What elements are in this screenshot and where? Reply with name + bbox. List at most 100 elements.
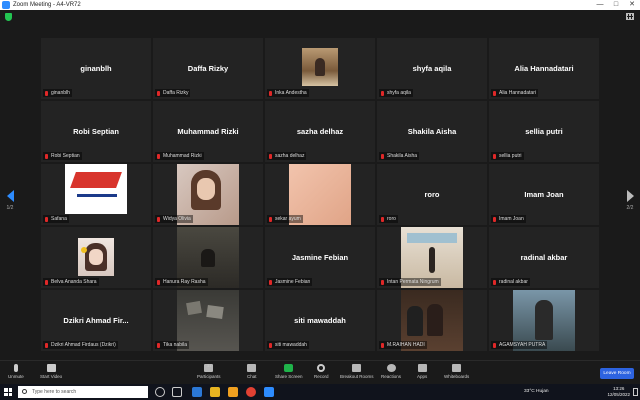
gallery-view-icon[interactable] — [626, 13, 634, 20]
participant-tile[interactable]: Safana — [41, 164, 151, 225]
participant-name: Imam Joan — [499, 216, 524, 222]
apps-button[interactable]: Apps — [417, 364, 427, 379]
participant-name: roro — [387, 216, 396, 222]
participant-name: Muhammad Rizki — [163, 153, 202, 159]
participant-tile[interactable]: roro roro — [377, 164, 487, 225]
unmute-button[interactable]: Unmute — [8, 364, 24, 379]
maximize-button[interactable]: □ — [608, 0, 624, 10]
windows-start-icon[interactable] — [4, 388, 12, 396]
participant-tile[interactable]: Alia Hannadatari Alia Hannadatari — [489, 38, 599, 99]
record-icon — [317, 364, 326, 372]
participant-name-label: Belva Ananda Shara — [43, 278, 99, 286]
microphone-muted-icon — [493, 90, 496, 96]
whiteboard-icon — [452, 364, 462, 372]
participant-name-label: AGAMSYAH PUTRA — [491, 341, 548, 349]
participant-tile[interactable]: Hanura Ray Rasha — [153, 227, 263, 288]
participant-name-label: Dzikri Ahmad Firdaus (Dzikri) — [43, 341, 118, 349]
whiteboards-button[interactable]: Whiteboards — [444, 364, 469, 379]
next-page-button[interactable]: 2/2 — [624, 190, 636, 211]
participant-name: siti mawaddah — [275, 342, 307, 348]
video-camera-off-icon — [46, 364, 56, 372]
video-gallery: ginanblh ginanblh Daffa Rizky Daffa Rizky In… — [41, 38, 599, 351]
participant-name-label: Robi Septian — [43, 152, 82, 160]
taskbar-search-input[interactable]: Type here to search — [18, 386, 148, 398]
weather-readout[interactable]: 33°C Hujan — [524, 387, 549, 397]
participant-tile[interactable]: Shakila Aisha Shakila Aisha — [377, 101, 487, 162]
participant-name-label: roro — [379, 215, 398, 223]
chat-bubble-icon — [247, 364, 257, 372]
participant-tile[interactable]: sekar ayum — [265, 164, 375, 225]
record-label: Record — [314, 374, 329, 379]
participant-tile[interactable]: M.RAIHAN HADI — [377, 290, 487, 351]
participant-name-label: Alia Hannadatari — [491, 89, 538, 97]
edge-browser-icon[interactable] — [192, 387, 202, 397]
participant-tile[interactable]: sazha delhaz sazha delhaz — [265, 101, 375, 162]
arrow-left-icon — [6, 190, 14, 202]
participant-tile[interactable]: Robi Septian Robi Septian — [41, 101, 151, 162]
share-screen-button[interactable]: Share Screen — [275, 364, 303, 379]
reactions-button[interactable]: Reactions — [381, 364, 401, 379]
close-button[interactable]: ✕ — [624, 0, 640, 10]
participants-button[interactable]: 31 Participants — [197, 363, 221, 379]
participant-name: Shakila Aisha — [387, 153, 418, 159]
participant-tile[interactable]: siti mawaddah siti mawaddah — [265, 290, 375, 351]
minimize-button[interactable]: — — [592, 0, 608, 10]
system-clock[interactable]: 13:26 12/05/2022 — [607, 386, 630, 398]
participant-tile[interactable]: Dzikri Ahmad Fir... Dzikri Ahmad Firdaus … — [41, 290, 151, 351]
breakout-rooms-button[interactable]: Breakout Rooms — [340, 364, 374, 379]
microphone-muted-icon — [45, 216, 48, 222]
notifications-icon[interactable] — [633, 388, 638, 396]
participant-tile[interactable]: Imam Joan Imam Joan — [489, 164, 599, 225]
chat-label: Chat — [247, 374, 257, 379]
participant-tile[interactable]: AGAMSYAH PUTRA — [489, 290, 599, 351]
start-video-button[interactable]: Start Video — [40, 364, 62, 379]
participant-tile[interactable]: shyfa aqila shyfa aqila — [377, 38, 487, 99]
participant-name: Daffa Rizky — [163, 90, 189, 96]
participant-name-label: sekar ayum — [267, 215, 303, 223]
microphone-muted-icon — [269, 279, 272, 285]
leave-room-button[interactable]: Leave Room — [600, 368, 634, 379]
file-explorer-icon[interactable] — [210, 387, 220, 397]
meeting-area: 1/2 2/2 ginanblh ginanblh Daffa Rizky Daffa… — [0, 10, 640, 360]
zoom-taskbar-icon[interactable] — [264, 387, 274, 397]
participant-name-label: shyfa aqila — [379, 89, 413, 97]
store-icon[interactable] — [228, 387, 238, 397]
participant-tile[interactable]: Muhammad Rizki Muhammad Rizki — [153, 101, 263, 162]
participant-name-label: Jasmine Febian — [267, 278, 313, 286]
participant-name-label: Muhammad Rizki — [155, 152, 204, 160]
participant-name-label: M.RAIHAN HADI — [379, 341, 427, 349]
cortana-icon[interactable] — [155, 387, 165, 397]
chat-button[interactable]: Chat — [247, 364, 257, 379]
participant-tile[interactable]: radinal akbar radinal akbar — [489, 227, 599, 288]
participant-display-name: sazha delhaz — [296, 127, 344, 136]
participant-tile[interactable]: Jasmine Febian Jasmine Febian — [265, 227, 375, 288]
participant-name-label: Daffa Rizky — [155, 89, 191, 97]
participant-name: Robi Septian — [51, 153, 80, 159]
participant-tile[interactable]: Inka Andestha — [265, 38, 375, 99]
participant-tile[interactable]: Intan Permata Ningrum — [377, 227, 487, 288]
security-shield-icon[interactable] — [5, 13, 12, 21]
participant-display-name: radinal akbar — [520, 253, 568, 262]
microphone-muted-icon — [157, 342, 160, 348]
participant-name: ginanblh — [51, 90, 70, 96]
participant-tile[interactable]: sellia putri sellia putri — [489, 101, 599, 162]
microphone-muted-icon — [157, 90, 160, 96]
microphone-muted-icon — [269, 90, 272, 96]
participant-tile[interactable]: Daffa Rizky Daffa Rizky — [153, 38, 263, 99]
record-button[interactable]: Record — [314, 364, 329, 379]
task-view-icon[interactable] — [172, 387, 182, 397]
participant-tile[interactable]: Belva Ananda Shara — [41, 227, 151, 288]
microphone-muted-icon — [157, 153, 160, 159]
participant-name-label: sellia putri — [491, 152, 524, 160]
chrome-icon[interactable] — [246, 387, 256, 397]
participant-name: Alia Hannadatari — [499, 90, 536, 96]
participant-tile[interactable]: Tika nabila — [153, 290, 263, 351]
previous-page-button[interactable]: 1/2 — [4, 190, 16, 211]
microphone-muted-icon — [157, 279, 160, 285]
participant-display-name: Robi Septian — [73, 127, 119, 136]
microphone-muted-icon — [493, 153, 496, 159]
participant-tile[interactable]: Widya Olivia — [153, 164, 263, 225]
meeting-toolbar: Unmute Start Video 31 Participants Chat … — [0, 360, 640, 384]
participant-tile[interactable]: ginanblh ginanblh — [41, 38, 151, 99]
participant-name: Tika nabila — [163, 342, 187, 348]
